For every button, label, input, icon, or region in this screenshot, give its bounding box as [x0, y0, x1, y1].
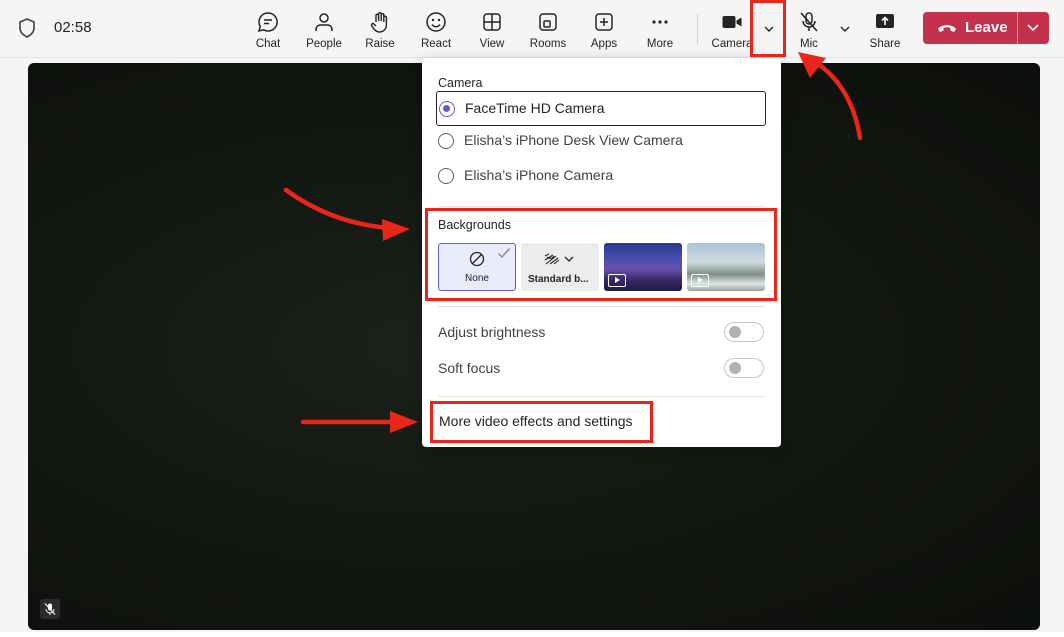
rooms-button[interactable]: Rooms	[520, 8, 576, 52]
people-label: People	[306, 38, 342, 50]
grid-view-icon	[483, 13, 501, 31]
teams-meeting-window: 02:58 Chat People Raise React View Rooms…	[0, 0, 1064, 637]
radio-unselected-icon	[438, 168, 454, 184]
menu-divider	[438, 396, 765, 397]
add-app-icon	[595, 13, 613, 31]
more-button[interactable]: More	[632, 8, 688, 52]
camera-option-facetime[interactable]: FaceTime HD Camera	[436, 91, 766, 126]
raise-hand-button[interactable]: Raise	[352, 8, 408, 52]
mic-off-icon	[800, 12, 818, 32]
shield-icon	[19, 18, 35, 38]
hang-up-icon	[938, 25, 956, 32]
react-label: React	[420, 38, 452, 50]
chat-icon	[257, 12, 278, 33]
highlight-more-settings	[430, 401, 653, 443]
toggle-knob	[729, 326, 741, 338]
emoji-icon	[426, 12, 446, 32]
adjust-brightness-label: Adjust brightness	[438, 324, 546, 340]
raise-hand-icon	[370, 12, 388, 33]
toolbar-divider	[697, 14, 698, 44]
chat-button[interactable]: Chat	[240, 8, 296, 52]
window-bottom-edge	[0, 632, 1064, 637]
soft-focus-toggle[interactable]	[724, 358, 764, 378]
leave-options-chevron-icon[interactable]	[1025, 21, 1041, 35]
radio-selected-icon	[439, 101, 455, 117]
people-icon	[315, 13, 333, 31]
video-camera-icon	[722, 16, 742, 28]
menu-divider	[438, 206, 765, 207]
mic-options-dropdown[interactable]	[834, 14, 856, 44]
camera-heading: Camera	[438, 76, 483, 90]
mic-button[interactable]: Mic	[781, 8, 837, 52]
apps-label: Apps	[590, 38, 618, 50]
share-button[interactable]: Share	[857, 8, 913, 52]
toggle-knob	[729, 362, 741, 374]
camera-option-label: Elisha’s iPhone Desk View Camera	[464, 132, 683, 148]
more-label: More	[646, 38, 674, 50]
radio-unselected-icon	[438, 133, 454, 149]
leave-button[interactable]: Leave	[923, 12, 1049, 44]
camera-option-iphone[interactable]: Elisha’s iPhone Camera	[436, 159, 766, 193]
rooms-label: Rooms	[529, 38, 567, 50]
chevron-down-icon	[840, 26, 850, 32]
leave-label: Leave	[965, 19, 1008, 36]
leave-divider	[1017, 12, 1018, 44]
chat-label: Chat	[255, 38, 281, 50]
highlight-backgrounds	[425, 208, 777, 301]
mic-off-icon	[44, 603, 56, 615]
people-button[interactable]: People	[296, 8, 352, 52]
meeting-toolbar: 02:58 Chat People Raise React View Rooms…	[0, 0, 1064, 58]
camera-option-label: Elisha’s iPhone Camera	[464, 167, 614, 183]
react-button[interactable]: React	[408, 8, 464, 52]
apps-button[interactable]: Apps	[576, 8, 632, 52]
raise-label: Raise	[365, 38, 395, 50]
soft-focus-label: Soft focus	[438, 360, 501, 376]
breakout-rooms-icon	[539, 13, 557, 31]
camera-option-label: FaceTime HD Camera	[465, 100, 605, 116]
more-dots-icon	[652, 20, 668, 24]
menu-divider	[438, 306, 765, 307]
adjust-brightness-toggle[interactable]	[724, 322, 764, 342]
camera-option-iphone-desk-view[interactable]: Elisha’s iPhone Desk View Camera	[436, 124, 766, 158]
muted-indicator	[40, 599, 60, 619]
mic-label: Mic	[800, 38, 818, 50]
share-label: Share	[869, 38, 901, 50]
share-screen-icon	[876, 14, 894, 28]
view-button[interactable]: View	[464, 8, 520, 52]
highlight-camera-dropdown	[750, 0, 786, 57]
view-label: View	[479, 38, 505, 50]
meeting-timer: 02:58	[54, 19, 92, 36]
